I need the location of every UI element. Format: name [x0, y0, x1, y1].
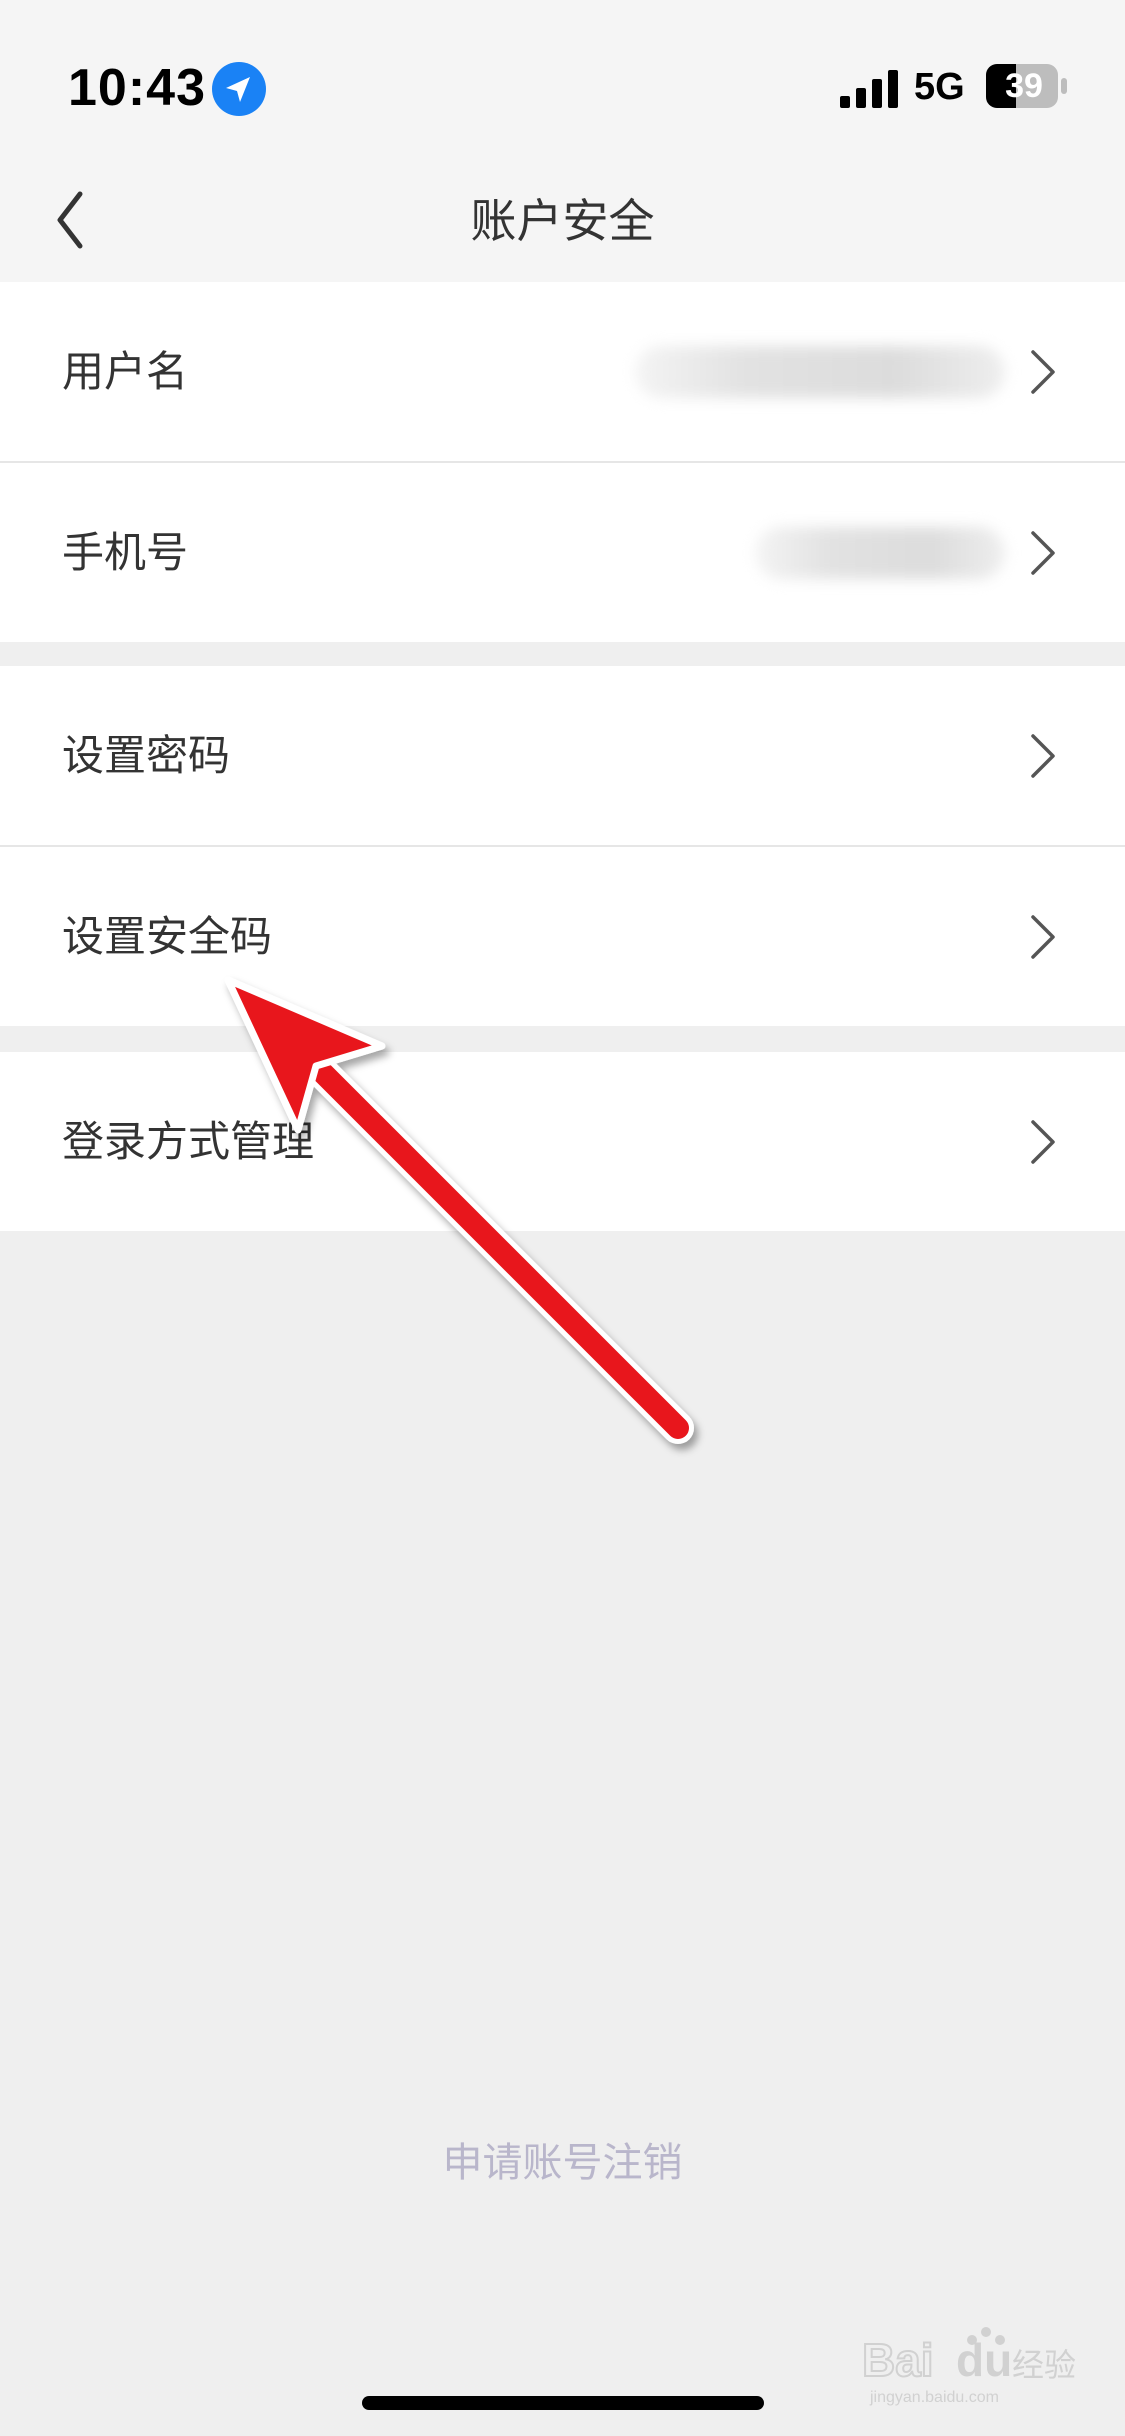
settings-row-set-security-code[interactable]: 设置安全码 — [0, 845, 1125, 1026]
username-value-blurred — [635, 346, 1005, 398]
settings-row-phone[interactable]: 手机号 — [0, 461, 1125, 642]
settings-row-username[interactable]: 用户名 — [0, 282, 1125, 461]
chevron-right-icon — [1031, 350, 1055, 394]
row-label: 手机号 — [62, 528, 189, 577]
row-label: 设置密码 — [62, 731, 231, 780]
chevron-right-icon — [1031, 734, 1055, 778]
chevron-right-icon — [1031, 1120, 1055, 1164]
svg-text:经验: 经验 — [1012, 2346, 1076, 2384]
baidu-watermark-logo: Bai du 经验 jingyan.baidu.com — [861, 2327, 1076, 2406]
location-arrow-icon — [212, 62, 266, 116]
chevron-left-icon — [57, 191, 83, 249]
svg-text:Bai: Bai — [862, 2334, 934, 2386]
battery-level: 39 — [1005, 67, 1043, 105]
settings-row-login-methods[interactable]: 登录方式管理 — [0, 1052, 1125, 1231]
phone-value-blurred — [755, 527, 1005, 579]
back-button[interactable] — [40, 180, 110, 260]
chevron-right-icon — [1031, 915, 1055, 959]
settings-row-set-password[interactable]: 设置密码 — [0, 666, 1125, 845]
nav-bar: 账户安全 — [0, 160, 1125, 282]
row-label: 设置安全码 — [62, 912, 273, 961]
row-label: 登录方式管理 — [62, 1117, 315, 1166]
network-type: 5G — [914, 66, 965, 108]
security-group: 设置密码 设置安全码 — [0, 666, 1125, 1026]
status-time: 10:43 — [68, 59, 206, 117]
page-title: 账户安全 — [470, 194, 655, 248]
svg-text:jingyan.baidu.com: jingyan.baidu.com — [869, 2389, 999, 2406]
login-group: 登录方式管理 — [0, 1052, 1125, 1231]
account-info-group: 用户名 手机号 — [0, 282, 1125, 642]
svg-text:du: du — [956, 2334, 1012, 2386]
row-label: 用户名 — [62, 347, 189, 396]
status-bar: 10:43 5G 39 — [0, 0, 1125, 160]
deregister-account-link[interactable]: 申请账号注销 — [0, 2130, 1125, 2188]
home-indicator[interactable] — [362, 2396, 764, 2410]
signal-icon — [840, 70, 898, 108]
chevron-right-icon — [1031, 531, 1055, 575]
